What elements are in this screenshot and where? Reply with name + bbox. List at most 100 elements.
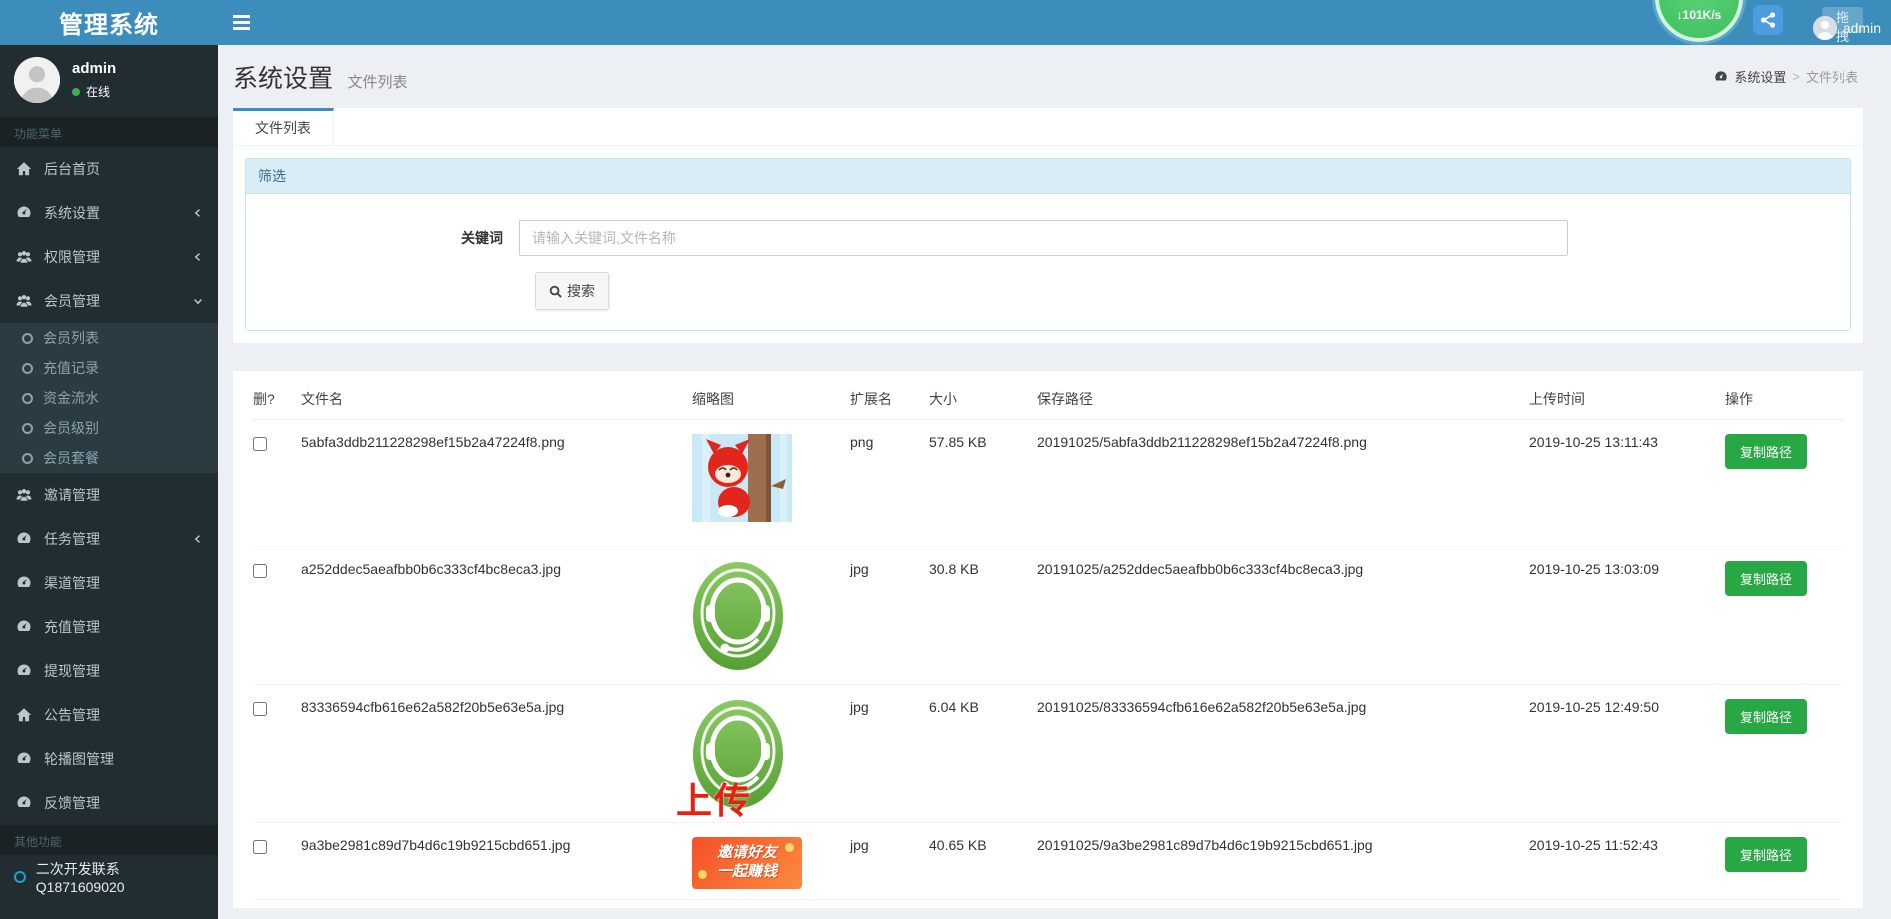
thumbnail-cell[interactable] — [692, 559, 850, 674]
app-logo[interactable]: 管理系统 — [0, 0, 218, 45]
copy-path-button[interactable]: 复制路径 — [1725, 699, 1807, 734]
keyword-label: 关键词 — [261, 228, 519, 248]
user-name: admin — [72, 60, 116, 77]
circle-icon — [22, 393, 33, 404]
tab-pane: 筛选 关键词 搜索 — [233, 146, 1863, 343]
page-title: 系统设置 — [233, 65, 333, 93]
sidebar-subitem[interactable]: 会员级别 — [0, 413, 218, 443]
file-name: 5abfa3ddb211228298ef15b2a47224f8.png — [301, 432, 692, 450]
sidebar-item[interactable]: 任务管理 — [0, 517, 218, 561]
navbar-avatar — [1813, 16, 1837, 40]
dev-contact-label: 二次开发联系Q1871609020 — [36, 859, 204, 895]
thumbnail-cell[interactable] — [692, 432, 850, 525]
sidebar-item[interactable]: 后台首页 — [0, 147, 218, 191]
file-path: 20191025/9a3be2981c89d7b4d6c19b9215cbd65… — [1037, 835, 1529, 853]
top-navbar: ↓101K/s 拖拽上传 admin — [218, 0, 1891, 45]
sidebar-subitem-label: 充值记录 — [43, 358, 99, 378]
tab-file-list[interactable]: 文件列表 — [233, 108, 334, 145]
users-icon — [16, 249, 32, 265]
sidebar-item-label: 邀请管理 — [44, 485, 204, 505]
sidebar-subitem-label: 资金流水 — [43, 388, 99, 408]
app-window: 管理系统 admin 在线 功能菜单 后台首页系统设置权限管理会员管理会员列表充… — [0, 0, 1891, 919]
sidebar-item[interactable]: 充值管理 — [0, 605, 218, 649]
sidebar-item[interactable]: 轮播图管理 — [0, 737, 218, 781]
breadcrumb-current: 文件列表 — [1806, 67, 1858, 86]
chevron-left-icon — [192, 533, 204, 545]
copy-path-button[interactable]: 复制路径 — [1725, 561, 1807, 596]
tabs-box: 文件列表 筛选 关键词 搜索 — [233, 108, 1863, 343]
file-size: 57.85 KB — [929, 432, 1037, 450]
sidebar-subitem[interactable]: 资金流水 — [0, 383, 218, 413]
sidebar-item[interactable]: 渠道管理 — [0, 561, 218, 605]
sidebar-item[interactable]: 提现管理 — [0, 649, 218, 693]
upload-time: 2019-10-25 11:52:43 — [1529, 835, 1725, 853]
breadcrumb-separator: > — [1792, 69, 1800, 84]
sidebar-item-label: 提现管理 — [44, 661, 204, 681]
thumbnail-cell[interactable]: 上传 — [692, 697, 850, 812]
file-name: 9a3be2981c89d7b4d6c19b9215cbd651.jpg — [301, 835, 692, 853]
thumbnail-cell[interactable]: 邀请好友一起赚钱 — [692, 835, 850, 889]
sidebar-item-label: 轮播图管理 — [44, 749, 204, 769]
column-header: 上传时间 — [1529, 389, 1725, 409]
sidebar-item[interactable]: 反馈管理 — [0, 781, 218, 825]
upload-time: 2019-10-25 13:03:09 — [1529, 559, 1725, 577]
filter-panel: 筛选 关键词 搜索 — [245, 158, 1851, 331]
sidebar-item[interactable]: 邀请管理 — [0, 473, 218, 517]
row-checkbox[interactable] — [253, 702, 267, 716]
sidebar-toggle-button[interactable] — [218, 0, 264, 45]
cloud-share-button[interactable] — [1753, 5, 1783, 35]
keyword-input[interactable] — [519, 220, 1568, 256]
circle-icon — [22, 363, 33, 374]
navbar-user-menu[interactable]: admin — [1813, 16, 1881, 40]
row-checkbox[interactable] — [253, 840, 267, 854]
column-header: 文件名 — [301, 389, 692, 409]
user-status: 在线 — [72, 83, 116, 100]
network-speed-widget[interactable]: ↓101K/s — [1655, 0, 1743, 42]
sidebar: 管理系统 admin 在线 功能菜单 后台首页系统设置权限管理会员管理会员列表充… — [0, 0, 218, 919]
user-avatar — [14, 57, 60, 103]
chevron-down-icon — [192, 295, 204, 307]
app-title: 管理系统 — [59, 5, 159, 40]
copy-path-button[interactable]: 复制路径 — [1725, 837, 1807, 872]
file-table-header: 删?文件名缩略图扩展名大小保存路径上传时间操作 — [253, 377, 1843, 420]
navbar-username: admin — [1843, 20, 1881, 36]
sidebar-subitem[interactable]: 会员列表 — [0, 323, 218, 353]
column-header: 大小 — [929, 389, 1037, 409]
home-icon — [16, 707, 32, 723]
sidebar-section-label: 功能菜单 — [0, 117, 218, 147]
copy-path-button[interactable]: 复制路径 — [1725, 434, 1807, 469]
table-row: 5abfa3ddb211228298ef15b2a47224f8.pngpng5… — [253, 420, 1843, 547]
person-icon — [1813, 16, 1837, 40]
sidebar-item[interactable]: 公告管理 — [0, 693, 218, 737]
column-header: 操作 — [1725, 389, 1843, 409]
row-checkbox[interactable] — [253, 564, 267, 578]
circle-icon — [22, 453, 33, 464]
sidebar-item[interactable]: 会员管理 — [0, 279, 218, 323]
sidebar-item[interactable]: 系统设置 — [0, 191, 218, 235]
sidebar-subitem[interactable]: 充值记录 — [0, 353, 218, 383]
chevron-left-icon — [192, 207, 204, 219]
sidebar-item[interactable]: 权限管理 — [0, 235, 218, 279]
column-header: 删? — [253, 389, 301, 409]
filter-panel-body: 关键词 搜索 — [246, 194, 1850, 330]
users-icon — [16, 293, 32, 309]
person-icon — [14, 57, 60, 103]
sidebar-item-label: 会员管理 — [44, 291, 192, 311]
breadcrumb-parent[interactable]: 系统设置 — [1734, 67, 1786, 86]
search-button[interactable]: 搜索 — [535, 272, 609, 310]
circle-icon — [22, 333, 33, 344]
sidebar-item-dev-contact[interactable]: 二次开发联系Q1871609020 — [0, 855, 218, 899]
file-ext: jpg — [850, 835, 929, 853]
sidebar-subitem-label: 会员级别 — [43, 418, 99, 438]
sidebar-subitem[interactable]: 会员套餐 — [0, 443, 218, 473]
circle-icon — [14, 871, 26, 883]
sidebar-subitem-label: 会员套餐 — [43, 448, 99, 468]
file-size: 6.04 KB — [929, 697, 1037, 715]
dashboard-icon — [16, 531, 32, 547]
dashboard-icon — [16, 575, 32, 591]
sidebar-user-panel: admin 在线 — [0, 45, 218, 117]
dashboard-icon — [16, 751, 32, 767]
row-checkbox[interactable] — [253, 437, 267, 451]
file-ext: jpg — [850, 559, 929, 577]
dashboard-icon — [16, 205, 32, 221]
